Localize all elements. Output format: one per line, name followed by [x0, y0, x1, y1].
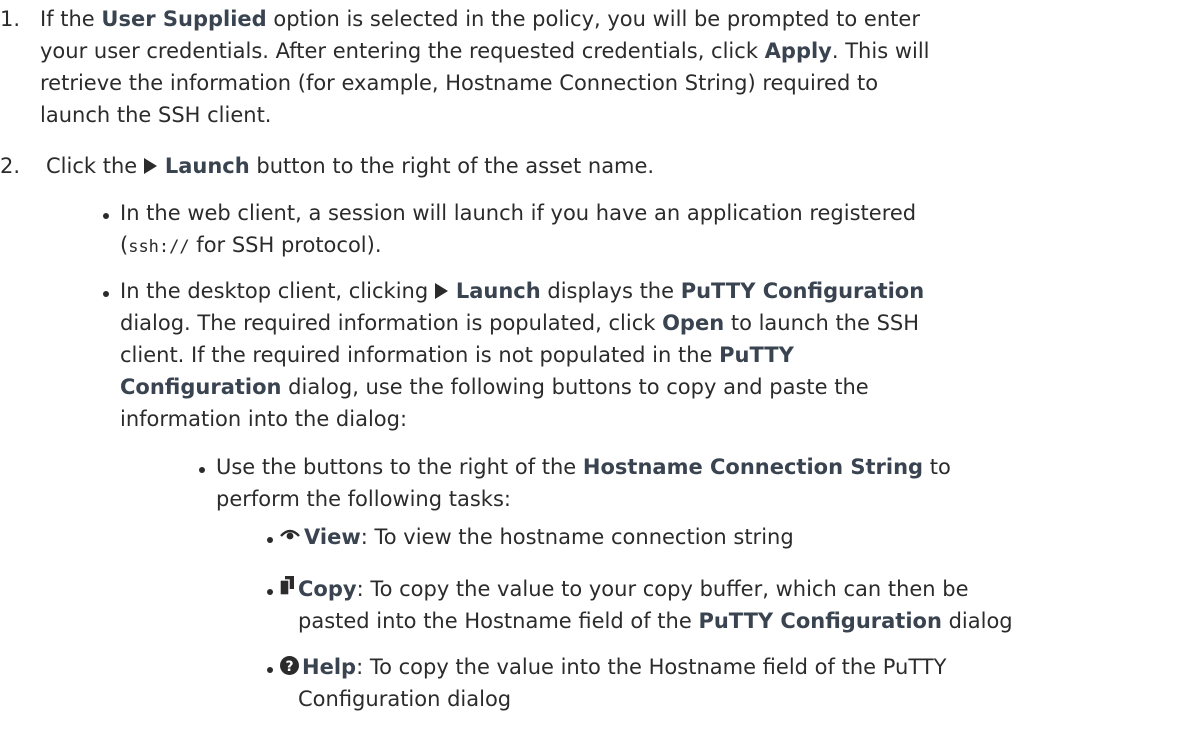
play-icon: [143, 158, 157, 174]
open-term: Open: [662, 311, 725, 335]
copy-line-1: Copy: To copy the value to your copy buf…: [279, 572, 969, 605]
launch-term: Launch: [455, 279, 541, 303]
step-1-line-1: If the User Supplied option is selected …: [40, 7, 920, 31]
desktop-client-line-4: Configuration dialog, use the following …: [120, 375, 869, 399]
step-2-line: Click the Launch button to the right of …: [46, 154, 655, 178]
help-line-1: ? Help: To copy the value into the Hostn…: [280, 651, 946, 683]
configuration-term: Configuration: [120, 375, 282, 399]
bullet-dot: [103, 213, 109, 219]
svg-text:?: ?: [285, 659, 293, 675]
desktop-client-line-2: dialog. The required information is popu…: [120, 311, 920, 335]
step-1-line-2: your user credentials. After entering th…: [40, 39, 930, 63]
apply-term: Apply: [764, 39, 832, 63]
copy-term: Copy: [298, 577, 357, 601]
bullet-dot: [267, 589, 273, 595]
web-client-line-2: (ssh:// for SSH protocol).: [120, 233, 382, 257]
bullet-dot: [267, 537, 273, 543]
launch-term: Launch: [164, 154, 250, 178]
bullet-dot: [103, 291, 109, 297]
ssh-protocol-code: ssh://: [128, 237, 190, 257]
view-line: View: To view the hostname connection st…: [280, 521, 794, 553]
putty-term: PuTTY: [719, 343, 794, 367]
view-term: View: [304, 525, 361, 549]
step-1-line-4: launch the SSH client.: [40, 103, 272, 127]
desktop-client-line-5: information into the dialog:: [120, 407, 408, 431]
buttons-intro-line-1: Use the buttons to the right of the Host…: [216, 455, 951, 479]
step-1-line-3: retrieve the information (for example, H…: [40, 71, 879, 95]
desktop-client-line-1: In the desktop client, clicking Launch d…: [120, 279, 925, 303]
bullet-dot: [199, 467, 205, 473]
hostname-connection-string-term: Hostname Connection String: [582, 455, 924, 479]
document: 1. If the User Supplied option is select…: [0, 0, 1194, 746]
putty-configuration-term: PuTTY Configuration: [680, 279, 925, 303]
putty-configuration-term: PuTTY Configuration: [698, 609, 942, 633]
bullet-dot: [267, 667, 273, 673]
help-icon: ?: [280, 652, 299, 675]
eye-icon: [280, 519, 300, 540]
user-supplied-term: User Supplied: [101, 7, 267, 31]
play-icon: [434, 283, 448, 299]
copy-line-2: pasted into the Hostname field of the Pu…: [298, 609, 1013, 633]
desktop-client-line-3: client. If the required information is n…: [120, 343, 794, 367]
web-client-line-1: In the web client, a session will launch…: [120, 201, 917, 225]
copy-icon: [279, 572, 294, 596]
buttons-intro-line-2: perform the following tasks:: [216, 487, 511, 511]
help-term: Help: [302, 655, 357, 679]
help-line-2: Configuration dialog: [298, 687, 512, 711]
step-number: 2.: [0, 154, 21, 178]
